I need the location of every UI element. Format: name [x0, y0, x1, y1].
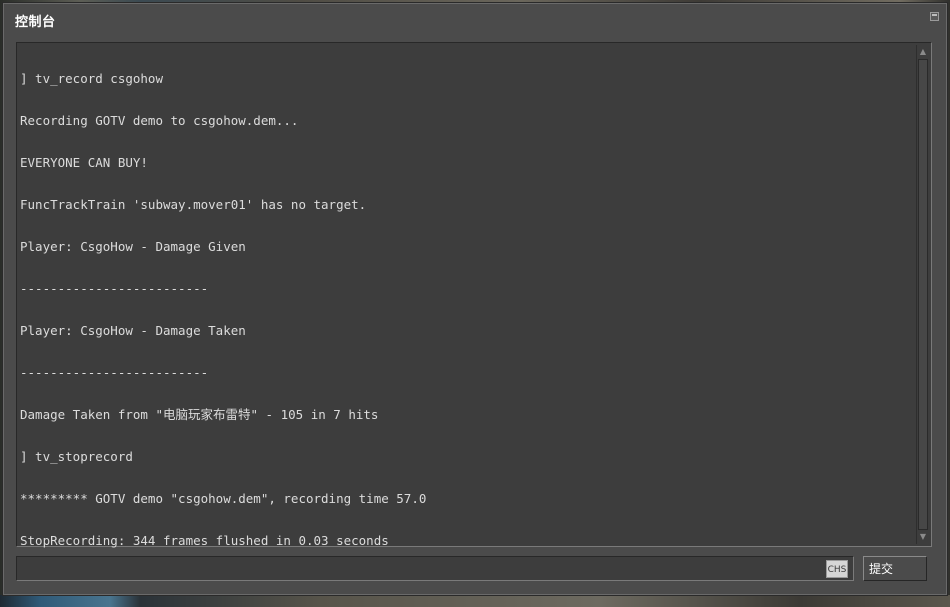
console-line: FuncTrackTrain 'subway.mover01' has no t…	[20, 197, 367, 212]
game-background-strip	[0, 595, 950, 607]
console-line: StopRecording: 344 frames flushed in 0.0…	[20, 533, 389, 548]
console-line: -------------------------	[20, 365, 209, 380]
console-line: EVERYONE CAN BUY!	[20, 155, 148, 170]
console-line: ] tv_stoprecord	[20, 449, 133, 464]
scroll-up-arrow-icon[interactable]: ▲	[919, 47, 927, 57]
title-bar[interactable]: 控制台	[3, 3, 947, 33]
console-output: ] tv_record csgohow Recording GOTV demo …	[20, 44, 911, 576]
console-line: -------------------------	[20, 281, 209, 296]
ime-indicator[interactable]: CHS	[826, 560, 848, 578]
scrollbar-thumb[interactable]	[918, 59, 928, 530]
scroll-down-arrow-icon[interactable]: ▼	[919, 532, 927, 542]
output-scrollbar[interactable]: ▲ ▼	[916, 45, 929, 544]
console-line: Player: CsgoHow - Damage Taken	[20, 323, 246, 338]
window-restore-icon[interactable]	[930, 12, 939, 21]
command-input[interactable]	[16, 556, 854, 581]
command-input-row: CHS 提交	[16, 556, 932, 583]
console-output-panel[interactable]: ] tv_record csgohow Recording GOTV demo …	[16, 42, 932, 548]
window-title: 控制台	[15, 15, 56, 30]
console-line: Damage Taken from "电脑玩家布雷特" - 105 in 7 h…	[20, 407, 379, 422]
console-line: ********* GOTV demo "csgohow.dem", recor…	[20, 491, 427, 506]
console-line: Player: CsgoHow - Damage Given	[20, 239, 246, 254]
console-line: ] tv_record csgohow	[20, 71, 163, 86]
console-window: 控制台 ] tv_record csgohow Recording GOTV d…	[2, 2, 948, 596]
submit-button[interactable]: 提交	[863, 556, 927, 581]
console-line: Recording GOTV demo to csgohow.dem...	[20, 113, 299, 128]
